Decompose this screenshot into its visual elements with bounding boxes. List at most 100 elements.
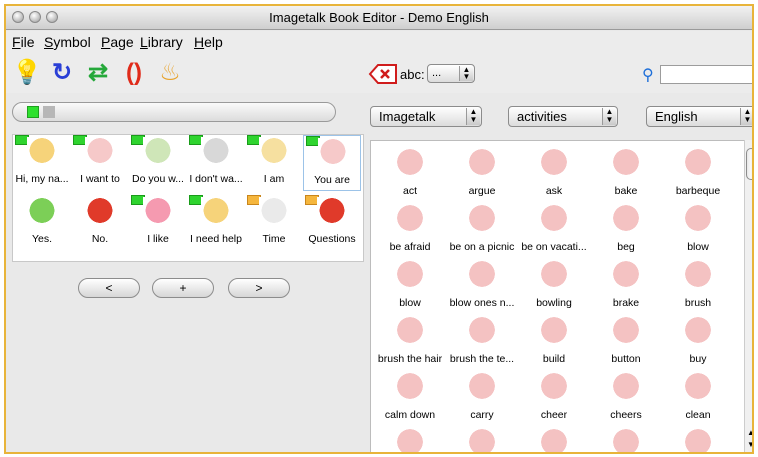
symbol-picture-icon <box>539 427 569 452</box>
language-select[interactable]: English ▲ ▼ <box>646 106 752 127</box>
updown-arrows-icon: ▲ ▼ <box>602 108 616 125</box>
library-symbol-cell[interactable] <box>375 423 445 452</box>
library-select[interactable]: Imagetalk ▲ ▼ <box>370 106 482 127</box>
menu-page[interactable]: Page <box>101 34 134 50</box>
symbol-picture-icon <box>201 197 231 227</box>
scroll-up-arrow-icon[interactable]: ▲ <box>746 428 752 438</box>
category-select[interactable]: activities ▲ ▼ <box>508 106 618 127</box>
library-symbol-cell[interactable]: be afraid <box>375 199 445 255</box>
library-symbol-cell[interactable]: barbeque <box>663 143 733 199</box>
library-symbol-cell[interactable]: brush the te... <box>447 311 517 367</box>
scroll-down-arrow-icon[interactable]: ▼ <box>746 440 752 450</box>
symbol-picture-icon <box>27 137 57 167</box>
brackets-icon[interactable]: () <box>120 59 148 87</box>
library-scrollbar[interactable]: ▲ ▼ <box>744 140 752 452</box>
page-progress-bar[interactable] <box>12 102 336 122</box>
library-symbol-cell[interactable] <box>663 423 733 452</box>
library-symbol-cell[interactable]: argue <box>447 143 517 199</box>
symbol-picture-icon <box>143 137 173 167</box>
symbol-picture-icon <box>259 137 289 167</box>
page-symbol-label: Time <box>262 233 286 245</box>
library-symbol-cell[interactable]: cheer <box>519 367 589 423</box>
page-symbol-cell[interactable]: I want to <box>71 135 129 191</box>
library-symbol-label: brush the te... <box>449 353 515 365</box>
menu-symbol[interactable]: Symbol <box>44 34 91 50</box>
library-symbol-cell[interactable]: be on a picnic <box>447 199 517 255</box>
library-symbol-label: act <box>402 185 417 197</box>
page-symbol-label: I want to <box>80 173 120 185</box>
symbol-picture-icon <box>27 197 57 227</box>
library-symbol-cell[interactable]: ask <box>519 143 589 199</box>
redo-arrow-icon[interactable]: ↻ <box>48 59 76 87</box>
progress-active-segment <box>27 106 39 118</box>
library-symbol-cell[interactable]: cheers <box>591 367 661 423</box>
library-symbol-cell[interactable]: clean <box>663 367 733 423</box>
page-symbol-label: Hi, my na... <box>15 173 69 185</box>
page-symbol-cell[interactable]: No. <box>71 195 129 251</box>
symbol-picture-icon <box>539 147 569 177</box>
page-symbol-cell[interactable]: Do you w... <box>129 135 187 191</box>
library-symbol-cell[interactable]: bowling <box>519 255 589 311</box>
swap-arrows-icon[interactable]: ⇄ <box>84 59 112 87</box>
previous-page-button[interactable]: < <box>78 278 140 298</box>
search-input[interactable] <box>660 65 752 84</box>
app-window: Imagetalk Book Editor - Demo English Fil… <box>4 4 754 454</box>
lightbulb-icon[interactable]: 💡 <box>12 59 42 87</box>
library-symbol-cell[interactable]: build <box>519 311 589 367</box>
library-symbol-cell[interactable]: calm down <box>375 367 445 423</box>
search-icon: ⚲ <box>642 67 654 84</box>
library-symbol-cell[interactable]: blow <box>663 199 733 255</box>
library-symbol-cell[interactable]: buy <box>663 311 733 367</box>
symbol-picture-icon <box>467 371 497 401</box>
title-bar: Imagetalk Book Editor - Demo English <box>6 6 752 30</box>
window-title: Imagetalk Book Editor - Demo English <box>269 10 489 25</box>
library-symbol-cell[interactable]: bake <box>591 143 661 199</box>
library-symbol-label: cheers <box>610 409 642 421</box>
page-symbol-cell[interactable]: Hi, my na... <box>13 135 71 191</box>
library-symbol-cell[interactable]: brush <box>663 255 733 311</box>
menu-help[interactable]: Help <box>194 34 223 50</box>
library-symbol-cell[interactable]: blow <box>375 255 445 311</box>
library-symbol-cell[interactable]: button <box>591 311 661 367</box>
symbol-picture-icon <box>683 203 713 233</box>
library-symbol-cell[interactable]: be on vacati... <box>519 199 589 255</box>
page-symbol-cell[interactable]: I like <box>129 195 187 251</box>
page-symbol-cell[interactable]: I need help <box>187 195 245 251</box>
library-symbol-cell[interactable] <box>447 423 517 452</box>
steam-icon[interactable]: ♨ <box>156 59 184 87</box>
page-symbol-cell[interactable]: Time <box>245 195 303 251</box>
next-page-button[interactable]: > <box>228 278 290 298</box>
scrollbar-thumb[interactable] <box>746 148 752 180</box>
menu-library[interactable]: Library <box>140 34 183 50</box>
library-symbol-cell[interactable]: brush the hair <box>375 311 445 367</box>
add-page-button[interactable]: + <box>152 278 214 298</box>
page-symbol-cell[interactable]: Yes. <box>13 195 71 251</box>
library-symbol-cell[interactable] <box>591 423 661 452</box>
symbol-picture-icon <box>611 371 641 401</box>
symbol-picture-icon <box>683 315 713 345</box>
symbol-picture-icon <box>539 259 569 289</box>
page-symbol-cell[interactable]: Questions <box>303 195 361 251</box>
library-symbol-cell[interactable]: brake <box>591 255 661 311</box>
page-symbol-cell[interactable]: You are <box>303 135 361 191</box>
menu-file[interactable]: File <box>12 34 35 50</box>
library-symbol-cell[interactable]: beg <box>591 199 661 255</box>
page-symbol-cell[interactable]: I am <box>245 135 303 191</box>
page-symbol-label: I like <box>147 233 169 245</box>
abc-select[interactable]: ... ▲ ▼ <box>427 64 475 83</box>
page-symbol-label: Yes. <box>31 233 53 245</box>
symbol-picture-icon <box>467 427 497 452</box>
page-symbol-cell[interactable]: I don't wa... <box>187 135 245 191</box>
library-symbol-cell[interactable]: act <box>375 143 445 199</box>
library-symbol-cell[interactable] <box>519 423 589 452</box>
library-symbol-cell[interactable]: blow ones n... <box>447 255 517 311</box>
library-symbol-label: cheer <box>540 409 568 421</box>
symbol-picture-icon <box>85 197 115 227</box>
symbol-picture-icon <box>467 147 497 177</box>
page-symbol-label: You are <box>314 174 350 186</box>
symbol-picture-icon <box>395 371 425 401</box>
library-symbol-cell[interactable]: carry <box>447 367 517 423</box>
delete-icon[interactable] <box>368 63 398 85</box>
library-symbol-label: buy <box>689 353 707 365</box>
symbol-picture-icon <box>395 203 425 233</box>
